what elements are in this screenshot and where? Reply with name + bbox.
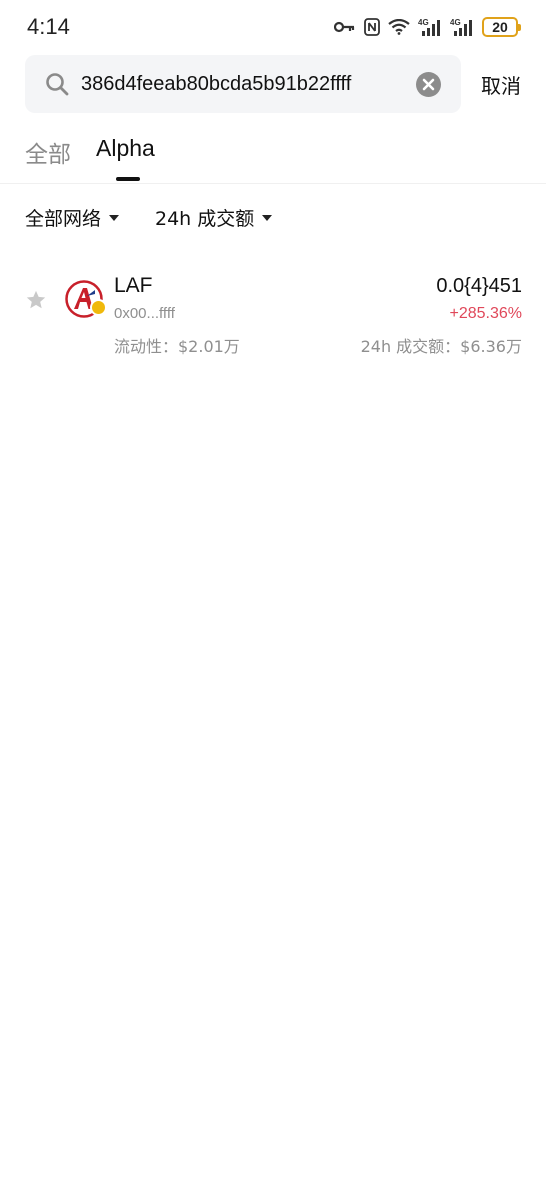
active-tab-indicator [116, 177, 140, 181]
network-filter-dropdown[interactable]: 全部网络 [25, 204, 120, 231]
caret-down-icon [262, 214, 273, 221]
token-symbol: LAF [114, 274, 153, 297]
battery-icon: 20 [482, 17, 521, 37]
clear-icon[interactable] [416, 72, 441, 102]
status-bar: 4:14 4G 4G 20 [0, 0, 546, 56]
filter-bar: 全部网络 24h 成交额 [0, 200, 546, 234]
token-price: 0.0{4}451 [436, 275, 522, 297]
vpn-key-icon [334, 20, 356, 34]
volume-sort-label: 24h 成交额 [155, 208, 255, 230]
bnb-chain-icon [90, 299, 107, 316]
token-price-change: +285.36% [449, 305, 522, 322]
wifi-icon [388, 19, 410, 35]
token-liquidity: 流动性：$2.01万 [114, 337, 240, 356]
signal-4g-icon: 4G [418, 17, 442, 37]
tab-alpha[interactable]: Alpha [96, 135, 155, 162]
search-bar[interactable] [25, 55, 461, 113]
status-icons: 4G 4G 20 [334, 16, 521, 38]
network-filter-label: 全部网络 [25, 208, 102, 230]
cancel-button[interactable]: 取消 [481, 70, 521, 99]
caret-down-icon [109, 214, 120, 221]
search-icon [45, 72, 69, 101]
svg-text:4G: 4G [450, 18, 461, 27]
token-volume: 24h 成交额：$6.36万 [360, 337, 522, 356]
volume-sort-dropdown[interactable]: 24h 成交额 [155, 204, 273, 231]
tab-bar: 全部 Alpha [0, 130, 546, 184]
tab-all[interactable]: 全部 [25, 135, 71, 169]
signal-4g-icon: 4G [450, 17, 474, 37]
search-input[interactable] [81, 67, 411, 101]
token-address: 0x00...ffff [114, 305, 175, 322]
star-icon[interactable] [25, 289, 47, 316]
nfc-icon [364, 18, 380, 36]
token-list-item[interactable]: LAF 0x00...ffff 流动性：$2.01万 0.0{4}451 +28… [0, 262, 546, 362]
status-time: 4:14 [27, 14, 70, 39]
svg-text:4G: 4G [418, 18, 429, 27]
